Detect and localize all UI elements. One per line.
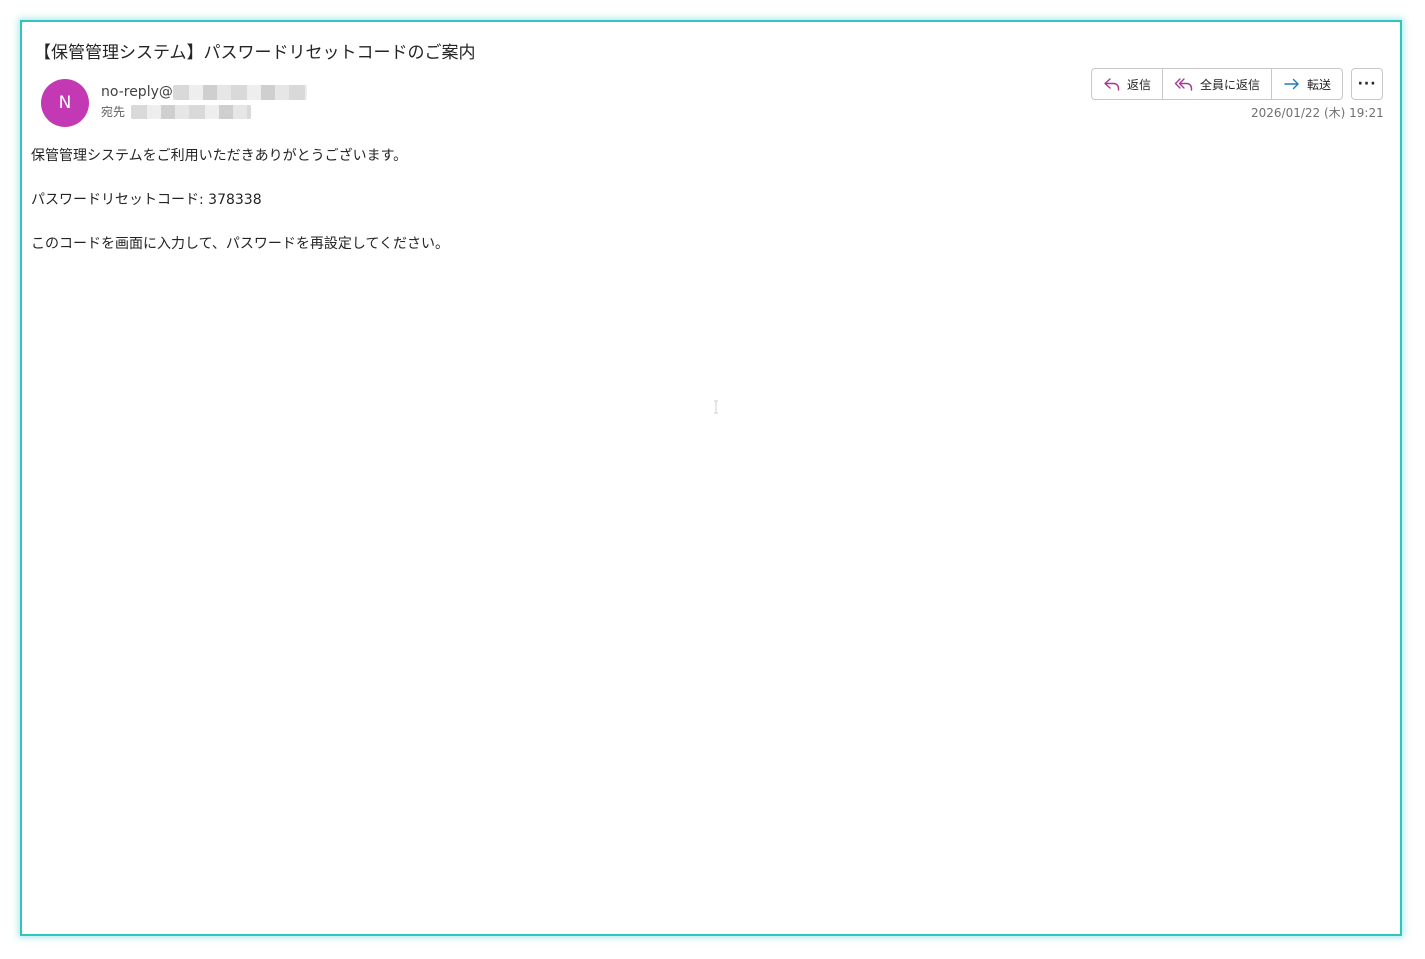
text-cursor-icon [713, 400, 719, 416]
forward-button[interactable]: 転送 [1272, 69, 1342, 99]
email-reading-pane: 【保管管理システム】パスワードリセットコードのご案内 N no-reply@ 宛… [20, 20, 1402, 936]
more-icon: ··· [1357, 76, 1377, 92]
sender-address[interactable]: no-reply@ [101, 84, 173, 100]
forward-label: 転送 [1307, 77, 1332, 92]
more-actions-button[interactable]: ··· [1351, 68, 1384, 100]
reply-label: 返信 [1127, 77, 1152, 92]
avatar-initial: N [58, 93, 72, 113]
reply-button[interactable]: 返信 [1092, 69, 1164, 99]
response-button-group: 返信 全員に返信 転送 [1091, 68, 1344, 100]
body-line: このコードを画面に入力して、パスワードを再設定してください。 [31, 236, 450, 252]
reply-all-icon [1174, 76, 1194, 92]
reply-all-button[interactable]: 全員に返信 [1163, 69, 1273, 99]
message-actions: 返信 全員に返信 転送 ··· [1091, 68, 1384, 100]
email-subject: 【保管管理システム】パスワードリセットコードのご案内 [34, 43, 476, 63]
sender-line: no-reply@ [101, 84, 307, 100]
sender-avatar[interactable]: N [41, 79, 89, 127]
redacted-sender-domain [172, 84, 307, 100]
to-label: 宛先 [101, 105, 126, 119]
body-line: 保管管理システムをご利用いただきありがとうございます。 [31, 148, 408, 164]
body-line: パスワードリセットコード: 378338 [31, 192, 262, 208]
reply-all-label: 全員に返信 [1200, 77, 1261, 92]
email-body: 保管管理システムをご利用いただきありがとうございます。 パスワードリセットコード… [31, 146, 449, 278]
reply-icon [1103, 76, 1121, 92]
recipient-line: 宛先 [101, 103, 252, 120]
redacted-recipient [131, 104, 252, 119]
received-date: 2026/01/22 (木) 19:21 [1251, 106, 1384, 120]
forward-icon [1283, 76, 1301, 92]
